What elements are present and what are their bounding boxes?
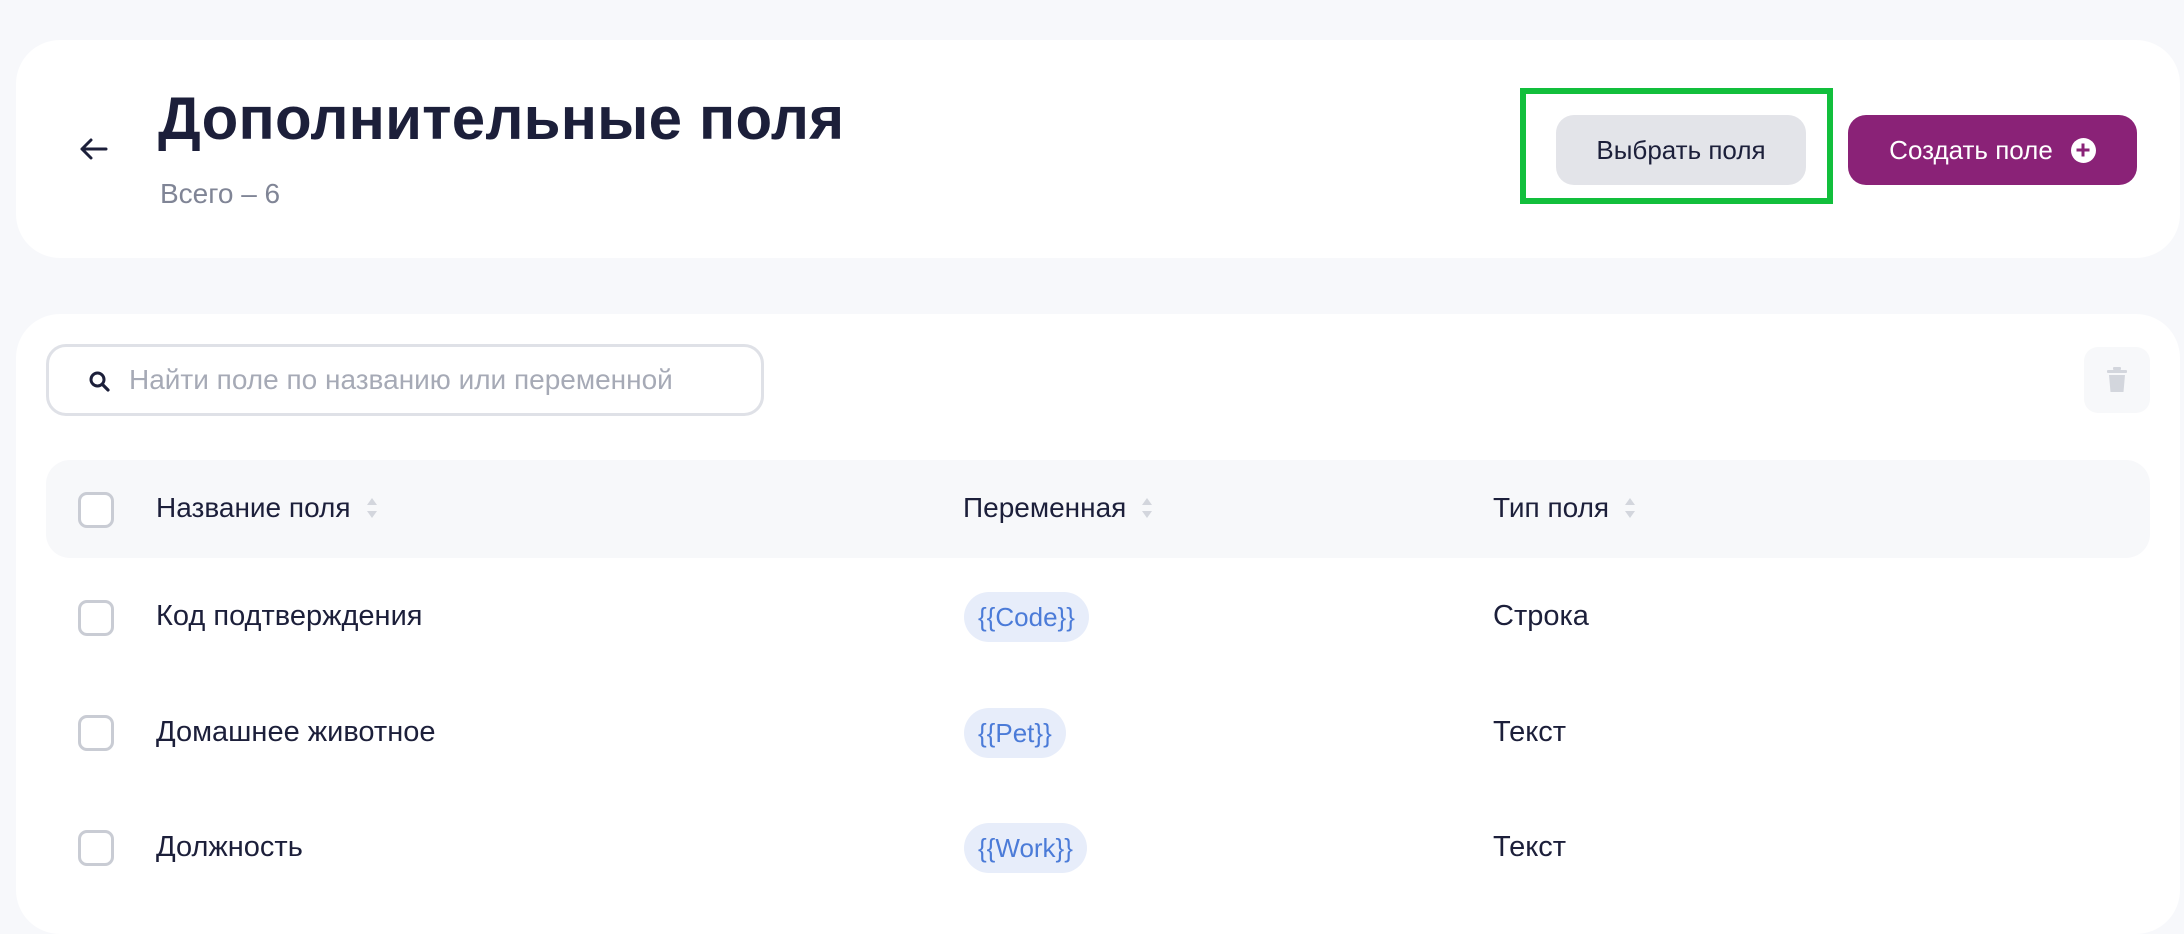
search-icon bbox=[89, 371, 110, 392]
create-field-button[interactable]: Создать поле bbox=[1848, 115, 2137, 185]
sort-icon bbox=[1142, 498, 1153, 518]
row-checkbox[interactable] bbox=[78, 715, 114, 751]
field-type: Текст bbox=[1493, 716, 1567, 748]
field-name: Домашнее животное bbox=[156, 716, 436, 748]
field-variable-tag: {{Pet}} bbox=[964, 708, 1066, 758]
trash-icon bbox=[2107, 367, 2127, 392]
field-variable-tag: {{Work}} bbox=[964, 823, 1087, 873]
sort-icon bbox=[366, 498, 377, 518]
back-arrow-icon bbox=[80, 138, 108, 160]
search-input[interactable] bbox=[129, 355, 749, 405]
page-title: Дополнительные поля bbox=[158, 85, 845, 152]
plus-circle-icon bbox=[2070, 137, 2096, 163]
field-name: Код подтверждения bbox=[156, 600, 423, 632]
sort-icon bbox=[1625, 498, 1636, 518]
column-header-label: Переменная bbox=[963, 492, 1127, 523]
column-header-label: Название поля bbox=[156, 492, 351, 523]
field-type: Текст bbox=[1493, 831, 1567, 863]
row-checkbox[interactable] bbox=[78, 830, 114, 866]
row-checkbox[interactable] bbox=[78, 600, 114, 636]
select-all-checkbox[interactable] bbox=[78, 492, 114, 528]
column-header-label: Тип поля bbox=[1493, 492, 1610, 523]
field-name: Должность bbox=[156, 831, 303, 863]
select-fields-button[interactable]: Выбрать поля bbox=[1556, 115, 1806, 185]
delete-button[interactable] bbox=[2084, 347, 2150, 413]
field-type: Строка bbox=[1493, 600, 1589, 632]
create-field-label: Создать поле bbox=[1889, 134, 2053, 165]
column-header-type[interactable]: Тип поля bbox=[1493, 492, 1637, 524]
column-header-variable[interactable]: Переменная bbox=[963, 492, 1154, 524]
total-count: Всего – 6 bbox=[160, 178, 281, 209]
back-button[interactable] bbox=[60, 126, 126, 172]
search-box[interactable] bbox=[46, 344, 764, 416]
field-variable-tag: {{Code}} bbox=[964, 592, 1089, 642]
column-header-name[interactable]: Название поля bbox=[156, 492, 379, 524]
